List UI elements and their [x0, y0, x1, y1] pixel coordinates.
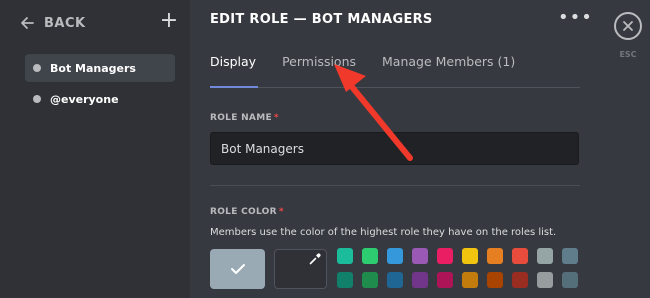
custom-color-swatch[interactable] — [274, 249, 327, 289]
required-mark: * — [273, 113, 279, 123]
role-name-input[interactable]: Bot Managers — [210, 132, 579, 165]
color-swatch-grid — [337, 248, 578, 288]
color-swatch[interactable] — [512, 272, 528, 288]
color-swatch[interactable] — [487, 272, 503, 288]
color-swatch[interactable] — [412, 272, 428, 288]
color-swatch[interactable] — [462, 248, 478, 264]
color-swatch[interactable] — [387, 272, 403, 288]
required-mark: * — [278, 207, 284, 217]
add-role-button[interactable]: + — [158, 10, 180, 32]
color-swatch[interactable] — [412, 248, 428, 264]
color-swatch[interactable] — [462, 272, 478, 288]
back-label: BACK — [44, 15, 86, 31]
tab-bar: Display Permissions Manage Members (1) — [210, 54, 515, 69]
color-swatch[interactable] — [562, 248, 578, 264]
close-area: ESC — [600, 0, 650, 298]
close-icon — [623, 21, 633, 31]
back-button[interactable]: BACK — [20, 12, 86, 34]
color-swatch[interactable] — [337, 272, 353, 288]
section-divider — [210, 185, 580, 186]
default-color-swatch[interactable] — [210, 249, 265, 289]
page-title: EDIT ROLE — BOT MANAGERS — [210, 12, 433, 27]
role-color-dot — [33, 64, 41, 72]
tab-manage-members[interactable]: Manage Members (1) — [382, 54, 515, 69]
color-swatch[interactable] — [387, 248, 403, 264]
more-horizontal-icon: ••• — [558, 7, 593, 28]
role-name-label: ROLE NAME * — [210, 113, 279, 123]
tab-permissions[interactable]: Permissions — [282, 54, 356, 69]
eyedropper-icon — [309, 253, 321, 265]
role-editor: EDIT ROLE — BOT MANAGERS ••• Display Per… — [190, 0, 600, 298]
role-label: Bot Managers — [50, 61, 136, 75]
roles-sidebar: BACK + Bot Managers @everyone — [0, 0, 190, 298]
color-swatch[interactable] — [487, 248, 503, 264]
more-options-button[interactable]: ••• — [558, 9, 592, 30]
role-color-dot — [33, 95, 41, 103]
role-color-label: ROLE COLOR * — [210, 207, 284, 217]
plus-icon: + — [159, 8, 179, 33]
role-name-label-text: ROLE NAME — [210, 113, 272, 123]
color-swatch[interactable] — [362, 248, 378, 264]
role-item-everyone[interactable]: @everyone — [25, 85, 175, 113]
role-item-bot-managers[interactable]: Bot Managers — [25, 54, 175, 82]
role-color-helper: Members use the color of the highest rol… — [210, 227, 557, 238]
color-swatch[interactable] — [337, 248, 353, 264]
color-swatch[interactable] — [537, 248, 553, 264]
color-swatch[interactable] — [512, 248, 528, 264]
tab-display[interactable]: Display — [210, 54, 256, 69]
role-label: @everyone — [50, 92, 119, 106]
esc-label: ESC — [619, 50, 637, 59]
role-settings-window: BACK + Bot Managers @everyone EDIT ROLE … — [0, 0, 650, 298]
active-tab-indicator — [210, 86, 258, 88]
check-icon — [230, 264, 245, 274]
color-swatch[interactable] — [562, 272, 578, 288]
color-swatch[interactable] — [537, 272, 553, 288]
tab-divider — [210, 87, 580, 88]
close-button[interactable] — [614, 12, 642, 40]
arrow-left-icon — [21, 17, 34, 29]
role-color-label-text: ROLE COLOR — [210, 207, 277, 217]
color-swatch[interactable] — [437, 248, 453, 264]
color-swatch[interactable] — [437, 272, 453, 288]
role-name-value: Bot Managers — [221, 141, 304, 156]
color-swatch[interactable] — [362, 272, 378, 288]
